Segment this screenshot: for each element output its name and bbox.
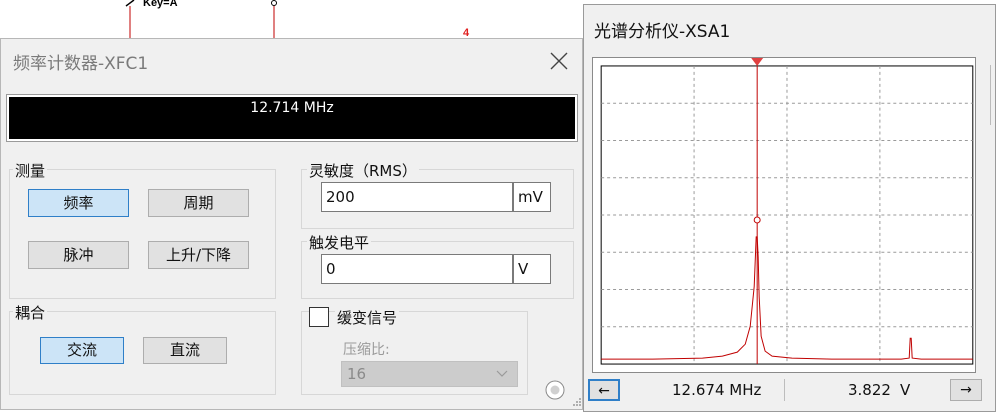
switch-icon bbox=[125, 0, 135, 7]
frequency-readout-display: 12.714 MHz bbox=[6, 94, 578, 142]
frequency-readout: 12.714 MHz bbox=[250, 100, 334, 116]
chevron-down-icon bbox=[496, 370, 508, 377]
coupling-group-label: 耦合 bbox=[13, 302, 48, 323]
cursor-point-marker bbox=[753, 216, 761, 224]
spectrum-analyzer-window: 光谱分析仪-XSA1 ← 12.674 MHz 3.822 V → bbox=[583, 4, 996, 412]
key-label: Key=A bbox=[143, 0, 178, 9]
spectrum-plot[interactable] bbox=[592, 57, 976, 373]
sensitivity-unit: mV bbox=[513, 182, 551, 212]
cursor-left-button[interactable]: ← bbox=[588, 379, 620, 401]
resize-grip-icon[interactable] bbox=[572, 397, 582, 407]
ac-coupling-button[interactable]: 交流 bbox=[40, 337, 124, 364]
trigger-level-input[interactable]: 0 bbox=[321, 254, 513, 284]
frequency-counter-window: 频率计数器-XFC1 12.714 MHz 测量 频率 周期 脉冲 上升/下降 … bbox=[0, 38, 583, 410]
trigger-level-unit: V bbox=[513, 254, 551, 284]
frequency-counter-title: 频率计数器-XFC1 bbox=[13, 54, 149, 74]
dc-coupling-button[interactable]: 直流 bbox=[143, 337, 227, 364]
node-icon bbox=[271, 0, 277, 6]
frequency-button[interactable]: 频率 bbox=[28, 189, 129, 217]
cursor-frequency-value: 12.674 MHz bbox=[672, 381, 762, 399]
compression-ratio-select[interactable]: 16 bbox=[341, 361, 518, 387]
cursor-amplitude-unit: V bbox=[900, 381, 911, 399]
cursor-marker-icon[interactable] bbox=[751, 58, 764, 66]
compression-ratio-value: 16 bbox=[347, 365, 367, 383]
spectrum-status-bar: ← 12.674 MHz 3.822 V → bbox=[588, 379, 982, 403]
rise-fall-button[interactable]: 上升/下降 bbox=[148, 241, 249, 269]
measure-group-label: 测量 bbox=[13, 160, 48, 181]
spectrum-analyzer-title: 光谱分析仪-XSA1 bbox=[594, 22, 731, 42]
slow-signal-label: 缓变信号 bbox=[335, 307, 400, 328]
scrollbar[interactable] bbox=[990, 65, 996, 125]
trigger-level-label: 触发电平 bbox=[307, 232, 372, 253]
close-icon[interactable] bbox=[547, 49, 571, 73]
radio-icon[interactable] bbox=[544, 379, 566, 401]
compression-ratio-label: 压缩比: bbox=[343, 342, 390, 358]
sensitivity-label: 灵敏度（RMS） bbox=[307, 160, 419, 181]
sensitivity-input[interactable]: 200 bbox=[321, 182, 513, 212]
cursor-amplitude-value: 3.822 bbox=[848, 381, 891, 399]
period-button[interactable]: 周期 bbox=[148, 189, 249, 217]
slow-signal-checkbox[interactable] bbox=[309, 307, 329, 327]
cursor-right-button[interactable]: → bbox=[950, 379, 982, 401]
divider bbox=[784, 379, 785, 401]
pulse-button[interactable]: 脉冲 bbox=[28, 241, 129, 269]
